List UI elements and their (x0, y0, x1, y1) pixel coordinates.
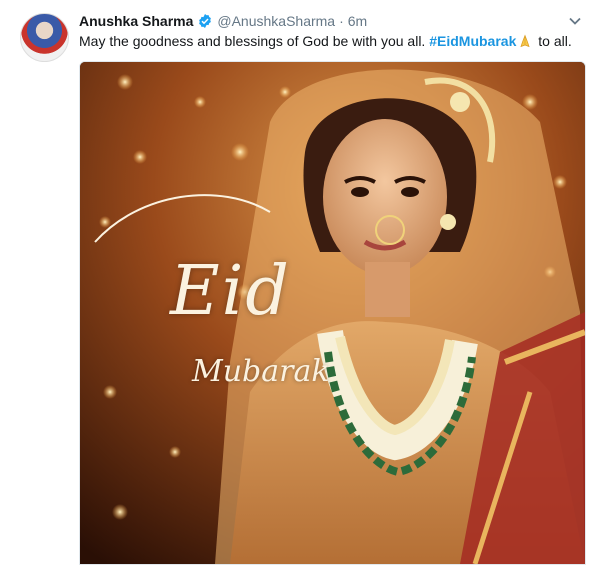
timestamp[interactable]: 6m (348, 13, 367, 29)
tweet-header: Anushka Sharma @AnushkaSharma · 6m (79, 12, 367, 30)
tweet-media-image[interactable]: Eid Mubarak (79, 61, 586, 565)
overlay-title: Eid (170, 252, 291, 331)
hashtag-link[interactable]: #EidMubarak (429, 33, 516, 49)
chevron-down-icon[interactable] (568, 14, 582, 28)
overlay-subtitle: Mubarak (192, 354, 330, 389)
eid-portrait-illustration (80, 62, 585, 564)
tweet-text-main: May the goodness and blessings of God be… (79, 33, 426, 49)
author-handle[interactable]: @AnushkaSharma (217, 13, 335, 29)
tweet-text-end: to all. (538, 33, 572, 49)
separator-dot: · (339, 13, 344, 29)
tweet[interactable]: Anushka Sharma @AnushkaSharma · 6m May t… (0, 0, 592, 565)
author-name[interactable]: Anushka Sharma (79, 13, 193, 29)
folded-hands-emoji-icon (520, 34, 530, 48)
avatar[interactable] (20, 13, 69, 62)
verified-badge-icon (199, 14, 212, 28)
tweet-text: May the goodness and blessings of God be… (79, 33, 572, 49)
